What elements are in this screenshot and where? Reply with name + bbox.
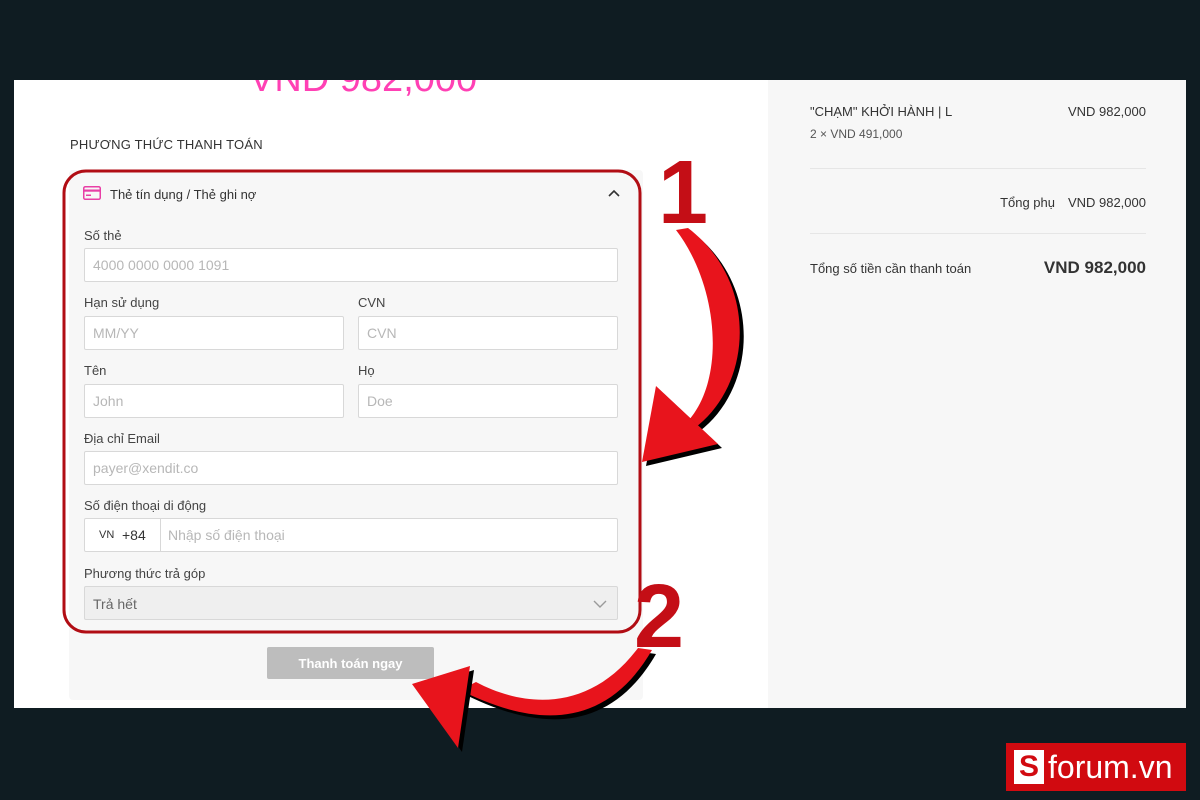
- subtotal-value: VND 982,000: [1067, 195, 1146, 210]
- installment-select[interactable]: Trả hết: [84, 586, 618, 620]
- installment-label: Phương thức trả góp: [84, 566, 206, 581]
- card-number-input[interactable]: [84, 248, 618, 282]
- vn-flag-icon: VN: [99, 529, 115, 541]
- summary-divider: [810, 233, 1146, 234]
- last-name-label: Họ: [358, 363, 375, 378]
- payment-card-panel: Thẻ tín dụng / Thẻ ghi nợ Số thẻ Hạn sử …: [69, 170, 643, 700]
- country-code: +84: [122, 527, 146, 543]
- first-name-input[interactable]: [84, 384, 344, 418]
- payment-section-title: PHƯƠNG THỨC THANH TOÁN: [70, 137, 263, 152]
- card-number-label: Số thẻ: [84, 228, 122, 243]
- installment-selected: Trả hết: [93, 596, 137, 612]
- checkout-page: VND 982,000 PHƯƠNG THỨC THANH TOÁN Thẻ t…: [14, 80, 1186, 708]
- step-1-number: 1: [658, 143, 709, 243]
- total-value: VND 982,000: [1043, 258, 1146, 277]
- phone-input[interactable]: [161, 519, 630, 551]
- phone-label: Số điện thoại di động: [84, 498, 207, 513]
- first-name-label: Tên: [84, 363, 107, 378]
- cvn-label: CVN: [358, 295, 386, 310]
- expiry-input[interactable]: [84, 316, 344, 350]
- payment-method-label: Thẻ tín dụng / Thẻ ghi nợ: [110, 187, 257, 202]
- expiry-label: Hạn sử dụng: [84, 295, 160, 310]
- chevron-down-icon: [593, 600, 607, 608]
- item-price: VND 982,000: [1067, 104, 1146, 119]
- payment-method-header[interactable]: Thẻ tín dụng / Thẻ ghi nợ: [83, 184, 629, 206]
- credit-card-icon: [83, 186, 101, 200]
- email-label: Địa chỉ Email: [84, 431, 160, 446]
- sforum-logo: S forum.vn: [1006, 743, 1186, 791]
- phone-field: VN +84: [84, 518, 630, 552]
- sforum-s-icon: S: [1014, 750, 1044, 784]
- email-input[interactable]: [84, 451, 618, 485]
- top-amount: VND 982,000: [249, 80, 477, 101]
- sforum-text: forum.vn: [1048, 749, 1173, 785]
- step-2-number: 2: [634, 567, 685, 667]
- item-name: "CHẠM" KHỞI HÀNH | L: [810, 104, 953, 119]
- summary-divider: [810, 168, 1146, 169]
- item-quantity: 2 × VND 491,000: [810, 127, 903, 141]
- last-name-input[interactable]: [358, 384, 618, 418]
- pay-now-button[interactable]: Thanh toán ngay: [267, 647, 434, 679]
- subtotal-label: Tổng phụ: [1000, 195, 1055, 210]
- country-code-selector[interactable]: VN +84: [85, 519, 161, 551]
- chevron-up-icon[interactable]: [607, 186, 621, 200]
- order-summary: "CHẠM" KHỞI HÀNH | L VND 982,000 2 × VND…: [768, 80, 1186, 708]
- cvn-input[interactable]: [358, 316, 618, 350]
- total-label: Tổng số tiền cần thanh toán: [810, 261, 972, 276]
